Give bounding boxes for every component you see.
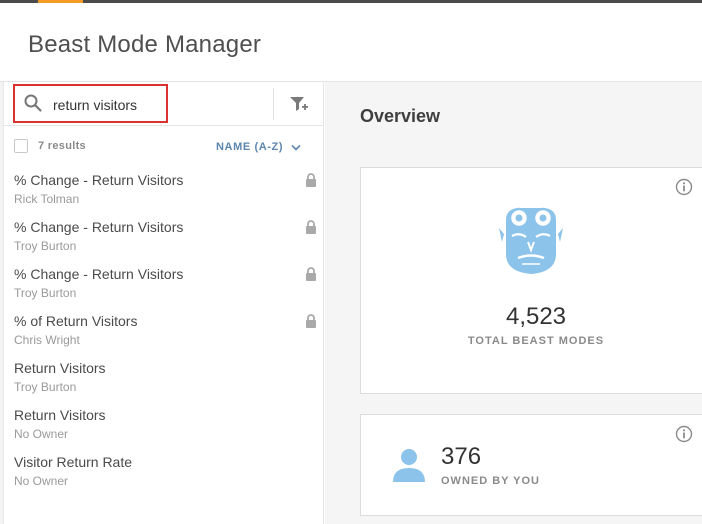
total-beast-modes-card: 4,523 TOTAL BEAST MODES <box>360 167 702 394</box>
lock-icon <box>306 220 316 234</box>
owned-by-you-value: 376 <box>441 443 482 470</box>
item-name: Return Visitors <box>14 407 106 423</box>
owned-by-you-card: 376 OWNED BY YOU <box>360 414 702 516</box>
chevron-down-icon <box>291 144 301 151</box>
item-owner: Chris Wright <box>14 333 80 347</box>
search-divider <box>273 88 274 120</box>
filter-add-icon[interactable] <box>289 95 309 113</box>
lock-icon <box>306 314 316 328</box>
sort-label: NAME (A-Z) <box>216 141 284 153</box>
item-name: Return Visitors <box>14 360 106 376</box>
owned-by-you-caption: OWNED BY YOU <box>441 475 540 487</box>
beast-mode-list: % Change - Return Visitors Rick Tolman %… <box>4 172 324 501</box>
item-name: % Change - Return Visitors <box>14 266 184 282</box>
beast-mascot-icon <box>499 207 563 274</box>
info-icon[interactable] <box>675 425 693 443</box>
list-item[interactable]: % Change - Return Visitors Troy Burton <box>4 219 324 266</box>
item-name: % Change - Return Visitors <box>14 219 184 235</box>
lock-icon <box>306 267 316 281</box>
item-owner: Troy Burton <box>14 380 77 394</box>
select-all-checkbox[interactable] <box>14 139 28 153</box>
info-icon[interactable] <box>675 178 693 196</box>
list-item[interactable]: % Change - Return Visitors Troy Burton <box>4 266 324 313</box>
item-owner: Rick Tolman <box>14 192 80 206</box>
item-owner: No Owner <box>14 474 69 488</box>
total-beast-modes-value: 4,523 <box>505 303 567 330</box>
main-panel: Overview 4,523 TOTAL BEAST MODES 376 OWN… <box>325 82 702 524</box>
search-row <box>4 82 324 126</box>
page-header: Beast Mode Manager <box>0 3 702 82</box>
list-item[interactable]: Return Visitors Troy Burton <box>4 360 324 407</box>
item-name: % Change - Return Visitors <box>14 172 184 188</box>
list-item[interactable]: % of Return Visitors Chris Wright <box>4 313 324 360</box>
results-row: 7 results NAME (A-Z) <box>4 127 324 165</box>
list-item[interactable]: Return Visitors No Owner <box>4 407 324 454</box>
list-item[interactable]: % Change - Return Visitors Rick Tolman <box>4 172 324 219</box>
item-name: Visitor Return Rate <box>14 454 133 470</box>
page-title: Beast Mode Manager <box>28 31 262 58</box>
user-icon <box>393 449 425 482</box>
list-item[interactable]: Visitor Return Rate No Owner <box>4 454 324 501</box>
search-icon <box>24 94 42 112</box>
sidebar: 7 results NAME (A-Z) % Change - Return V… <box>4 82 324 524</box>
item-name: % of Return Visitors <box>14 313 138 329</box>
search-box[interactable] <box>13 84 168 123</box>
lock-icon <box>306 173 316 187</box>
overview-title: Overview <box>360 106 441 126</box>
search-input[interactable] <box>53 95 163 115</box>
total-beast-modes-caption: TOTAL BEAST MODES <box>467 335 605 347</box>
item-owner: Troy Burton <box>14 239 77 253</box>
sort-dropdown[interactable]: NAME (A-Z) <box>216 138 301 156</box>
results-count: 7 results <box>38 140 86 152</box>
item-owner: No Owner <box>14 427 69 441</box>
item-owner: Troy Burton <box>14 286 77 300</box>
